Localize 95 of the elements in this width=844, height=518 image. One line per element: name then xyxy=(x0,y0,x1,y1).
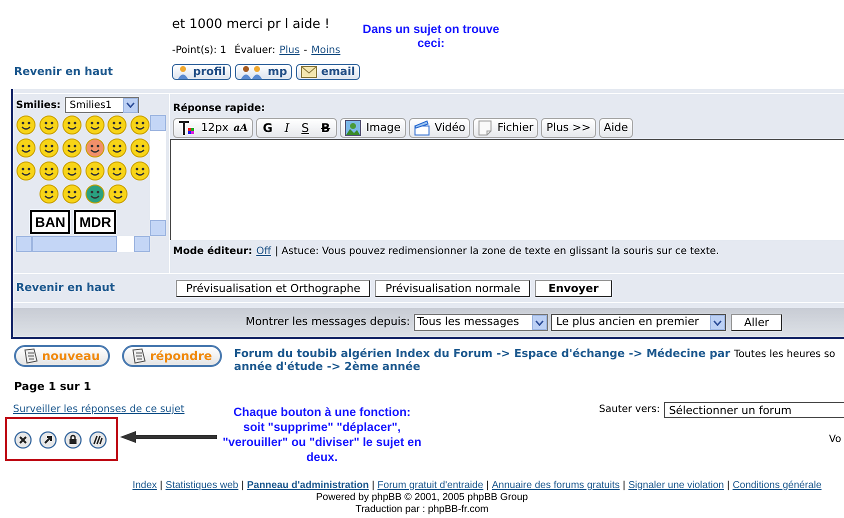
smiley-icon[interactable] xyxy=(107,138,128,158)
toolbar-button[interactable]: Fichier xyxy=(473,118,538,138)
smiley-icon[interactable] xyxy=(108,184,128,204)
smiley-icon[interactable] xyxy=(16,161,36,181)
toolbar-button[interactable]: Aide xyxy=(598,118,634,138)
smiley-icon[interactable] xyxy=(84,138,104,158)
separator-text: - xyxy=(304,44,308,58)
smiley-icon[interactable] xyxy=(62,161,82,181)
order-dropdown[interactable]: Le plus ancien en premier xyxy=(551,314,726,331)
smiley-icon[interactable] xyxy=(38,115,59,135)
footer-link[interactable]: Signaler une violation xyxy=(628,480,724,492)
points-text: -Point(s): 1 xyxy=(172,44,226,58)
profile-button[interactable]: email xyxy=(296,64,360,80)
smiley-icon[interactable] xyxy=(84,115,104,135)
footer-link[interactable]: Panneau d'administration xyxy=(246,480,369,492)
delete-icon[interactable] xyxy=(14,430,32,448)
smiley-icon[interactable] xyxy=(38,138,59,158)
rate-up-link[interactable]: Plus xyxy=(279,42,300,58)
format-button[interactable]: G xyxy=(262,119,274,137)
smiley-icon[interactable] xyxy=(38,161,59,181)
person-icon xyxy=(177,65,189,79)
cut-text: Vo xyxy=(829,433,842,447)
smiley-icon[interactable] xyxy=(130,138,150,158)
forum-jump-dropdown[interactable]: Sélectionner un forum xyxy=(664,402,844,418)
text-color-icon xyxy=(178,120,196,136)
timezone-text: Toutes les heures so xyxy=(734,348,836,362)
smilies-label: Smilies: xyxy=(16,98,61,112)
split-icon[interactable] xyxy=(89,430,107,448)
format-button[interactable]: S xyxy=(300,119,310,137)
envelope-icon xyxy=(301,66,318,78)
toolbar-button[interactable]: Image xyxy=(340,118,406,138)
lock-icon[interactable] xyxy=(64,430,82,448)
separator-text: | xyxy=(372,480,374,492)
annotation-text: Dans un sujet on trouve ceci: xyxy=(362,22,500,50)
footer-link[interactable]: Forum gratuit d'entraide xyxy=(377,480,484,492)
go-button[interactable]: Aller xyxy=(731,314,782,331)
footer-link[interactable]: Index xyxy=(132,480,157,492)
editor-mode-link[interactable]: Off xyxy=(256,244,271,259)
horizontal-scrollbar[interactable] xyxy=(16,236,150,252)
back-to-top-link[interactable]: Revenir en haut xyxy=(13,280,170,296)
smiley-icon[interactable] xyxy=(84,184,104,204)
footer-link[interactable]: Statistiques web xyxy=(166,480,238,492)
toolbar-button[interactable]: Plus >> xyxy=(541,118,596,138)
sign-board[interactable]: MDR xyxy=(74,210,116,234)
rate-down-link[interactable]: Moins xyxy=(311,42,340,58)
profile-button[interactable]: profil xyxy=(172,64,231,80)
smiley-icon[interactable] xyxy=(84,161,104,181)
smiley-icon[interactable] xyxy=(130,115,150,135)
tip-text: | Astuce: Vous pouvez redimensionner la zone de texte en glissant la souris sur ce texte. xyxy=(275,245,720,259)
annotation-text: Chaque bouton à une fonction: soit "supprime" "déplacer", "verouiller" ou "diviser" le sujet en deux. xyxy=(222,405,422,465)
smilies-dropdown[interactable]: Smilies1 xyxy=(64,97,139,113)
back-to-top-link[interactable]: Revenir en haut xyxy=(0,64,172,80)
document-icon xyxy=(132,348,146,364)
smiley-icon[interactable] xyxy=(62,184,82,204)
period-dropdown[interactable]: Tous les messages xyxy=(414,314,548,331)
toolbar-button[interactable]: Vidéo xyxy=(408,118,470,138)
rate-label: Évaluer: xyxy=(234,42,276,58)
smiley-icon[interactable] xyxy=(16,115,36,135)
translation-text: Traduction par : phpBB-fr.com xyxy=(355,504,490,516)
separator-text: | xyxy=(241,480,244,492)
vertical-scrollbar[interactable] xyxy=(150,115,166,236)
watch-topic-link[interactable]: Surveiller les réponses de ce sujet xyxy=(13,404,184,416)
footer-link[interactable]: Annuaire des forums gratuits xyxy=(492,480,620,492)
jump-label: Sauter vers: xyxy=(599,403,660,417)
filter-label: Montrer les messages depuis: xyxy=(246,314,410,330)
document-icon xyxy=(24,348,38,364)
smiley-icon[interactable] xyxy=(130,161,150,181)
separator-text: | xyxy=(160,480,163,492)
sign-board[interactable]: BAN xyxy=(30,210,70,234)
format-button[interactable]: B xyxy=(320,119,332,137)
smiley-icon[interactable] xyxy=(107,115,128,135)
footer-link[interactable]: Conditions générale xyxy=(732,480,822,492)
separator-text: | xyxy=(486,480,489,492)
form-button[interactable]: Prévisualisation et Orthographe xyxy=(176,280,370,296)
separator-text: | xyxy=(726,480,730,492)
form-button[interactable]: Prévisualisation normale xyxy=(375,280,530,296)
document-icon xyxy=(478,120,492,136)
powered-by-text: Powered by phpBB © 2001, 2005 phpBB Group xyxy=(316,492,529,504)
quick-reply-title: Réponse rapide: xyxy=(172,102,266,116)
smiley-icon[interactable] xyxy=(16,138,36,158)
editor-mode-label: Mode éditeur: xyxy=(173,245,252,259)
smiley-icon[interactable] xyxy=(38,184,58,204)
smiley-icon[interactable] xyxy=(107,161,128,181)
profile-button[interactable]: mp xyxy=(234,64,292,80)
form-button[interactable]: Envoyer xyxy=(535,280,612,296)
people-icon xyxy=(240,65,264,79)
separator-text: | xyxy=(622,480,626,492)
picture-icon xyxy=(345,120,362,136)
smiley-icon[interactable] xyxy=(62,138,82,158)
format-button[interactable]: I xyxy=(284,119,290,137)
post-message: et 1000 merci pr l aide ! xyxy=(172,16,330,34)
clapperboard-icon xyxy=(414,120,430,136)
page-info: Page 1 sur 1 xyxy=(13,379,92,395)
smiley-icon[interactable] xyxy=(62,115,82,135)
toolbar-button[interactable]: 12px aA xyxy=(173,118,253,138)
